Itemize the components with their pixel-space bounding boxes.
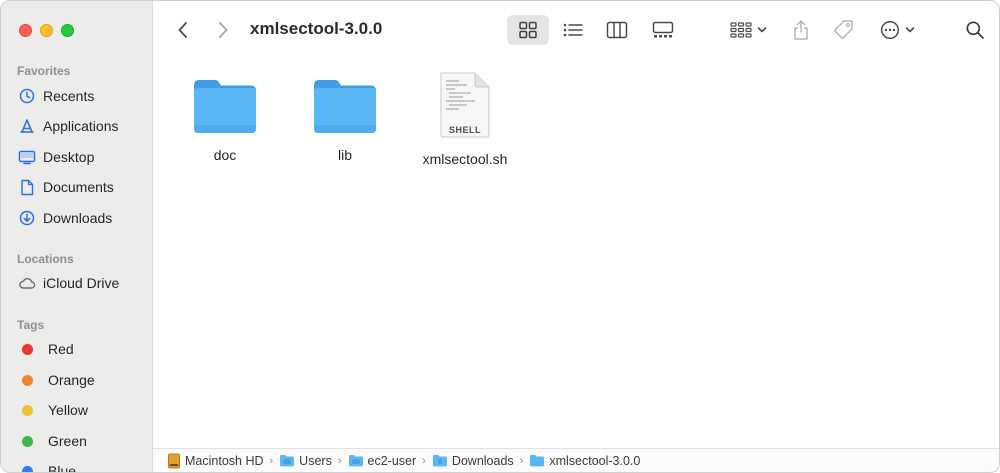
ellipsis-circle-icon [880, 20, 899, 40]
back-button[interactable] [171, 15, 195, 45]
sidebar-tag-orange[interactable]: Orange [17, 368, 147, 392]
path-crumb-label: ec2-user [367, 453, 417, 468]
path-crumb-label: Macintosh HD [185, 453, 264, 468]
path-crumb-xmlsectool[interactable]: xmlsectool-3.0.0 [529, 454, 640, 468]
cloud-icon [17, 273, 37, 293]
folder-icon [529, 454, 545, 467]
sidebar-item-label: Downloads [43, 210, 113, 226]
path-separator: › [519, 454, 524, 467]
file-browser: doc lib SHELL xmlsectool.sh [153, 59, 999, 448]
chevron-left-icon [178, 22, 187, 38]
chevron-down-icon [905, 27, 914, 33]
zoom-window-button[interactable] [61, 24, 74, 37]
column-view-button[interactable] [597, 15, 637, 45]
path-separator: › [337, 454, 342, 467]
forward-button[interactable] [211, 15, 235, 45]
folder-icon [348, 454, 364, 467]
sidebar-item-label: Green [48, 433, 87, 449]
grid-icon [519, 21, 537, 39]
tag-button[interactable] [829, 15, 857, 45]
file-name: lib [337, 147, 352, 163]
close-window-button[interactable] [19, 24, 32, 37]
sidebar-item-label: Applications [43, 118, 119, 134]
share-icon [794, 20, 808, 40]
icon-view-button[interactable] [507, 15, 549, 45]
sidebar-tag-green[interactable]: Green [17, 429, 147, 453]
more-actions-button[interactable] [875, 15, 919, 45]
folder-icon [314, 80, 376, 133]
sidebar-item-label: Orange [48, 372, 95, 388]
path-crumb-users[interactable]: Users [279, 454, 332, 468]
share-button[interactable] [787, 15, 815, 45]
path-crumb-downloads[interactable]: Downloads [432, 454, 514, 468]
sidebar-tag-blue[interactable]: Blue [17, 459, 147, 473]
desktop-icon [17, 147, 37, 167]
sidebar-item-label: Yellow [48, 402, 88, 418]
download-icon [17, 208, 37, 228]
sidebar-item-documents[interactable]: Documents [17, 175, 147, 199]
sidebar: Favorites Recents Applications Desktop D… [1, 1, 153, 473]
chevron-down-icon [757, 27, 766, 33]
path-crumb-label: Users [299, 453, 332, 468]
folder-icon [194, 80, 256, 133]
file-type-badge: SHELL [448, 125, 481, 135]
tag-color-dot [22, 343, 33, 355]
search-button[interactable] [961, 15, 989, 45]
favorites-title: Favorites [17, 64, 71, 78]
document-icon [17, 177, 37, 197]
window-title: xmlsectool-3.0.0 [250, 19, 383, 38]
sidebar-item-desktop[interactable]: Desktop [17, 145, 147, 169]
tag-color-dot [22, 404, 33, 416]
finder-window: Favorites Recents Applications Desktop D… [0, 0, 1000, 473]
sidebar-item-downloads[interactable]: Downloads [17, 206, 147, 230]
folder-icon [432, 454, 448, 467]
sidebar-item-applications[interactable]: Applications [17, 114, 147, 138]
traffic-lights [19, 24, 74, 37]
path-crumb-macintosh-hd[interactable]: Macintosh HD [167, 453, 264, 469]
sidebar-item-label: Blue [48, 463, 77, 473]
group-icon [729, 22, 752, 38]
path-crumb-label: xmlsectool-3.0.0 [549, 453, 641, 468]
path-separator: › [269, 454, 274, 467]
sidebar-item-recents[interactable]: Recents [17, 84, 147, 108]
columns-icon [606, 21, 628, 39]
file-item-xmlsectool-sh[interactable]: SHELL xmlsectool.sh [405, 72, 525, 167]
sidebar-item-label: Documents [43, 179, 114, 195]
hard-drive-icon [167, 453, 181, 469]
list-icon [563, 23, 583, 37]
path-crumb-ec2-user[interactable]: ec2-user [348, 453, 417, 468]
path-crumb-label: Downloads [451, 453, 514, 468]
sidebar-tag-yellow[interactable]: Yellow [17, 398, 147, 422]
tag-color-dot [22, 374, 33, 386]
folder-icon [279, 454, 295, 467]
tags-title: Tags [17, 318, 45, 332]
file-name: doc [213, 147, 237, 163]
clock-icon [17, 86, 37, 106]
tag-icon [833, 20, 853, 40]
chevron-right-icon [219, 22, 228, 38]
gallery-view-button[interactable] [643, 15, 683, 45]
file-item-lib[interactable]: lib [285, 75, 405, 163]
group-by-button[interactable] [725, 15, 771, 45]
path-bar: Macintosh HD › Users › ec2-user › Downlo… [153, 448, 999, 472]
search-icon [966, 21, 984, 39]
sidebar-item-label: Desktop [43, 149, 95, 165]
path-separator: › [422, 454, 426, 467]
file-name: xmlsectool.sh [422, 151, 508, 167]
file-item-doc[interactable]: doc [165, 75, 285, 163]
applications-icon [17, 116, 37, 136]
sidebar-item-label: Red [48, 341, 74, 357]
sidebar-item-label: iCloud Drive [43, 275, 120, 291]
tag-color-dot [22, 465, 33, 472]
minimize-window-button[interactable] [40, 24, 53, 37]
list-view-button[interactable] [553, 15, 593, 45]
locations-title: Locations [17, 252, 74, 266]
sidebar-tag-red[interactable]: Red [17, 337, 147, 361]
sidebar-item-label: Recents [43, 88, 95, 104]
tag-color-dot [22, 435, 33, 447]
gallery-icon [652, 21, 674, 38]
toolbar: xmlsectool-3.0.0 [153, 1, 999, 59]
sidebar-item-icloud-drive[interactable]: iCloud Drive [17, 271, 147, 295]
